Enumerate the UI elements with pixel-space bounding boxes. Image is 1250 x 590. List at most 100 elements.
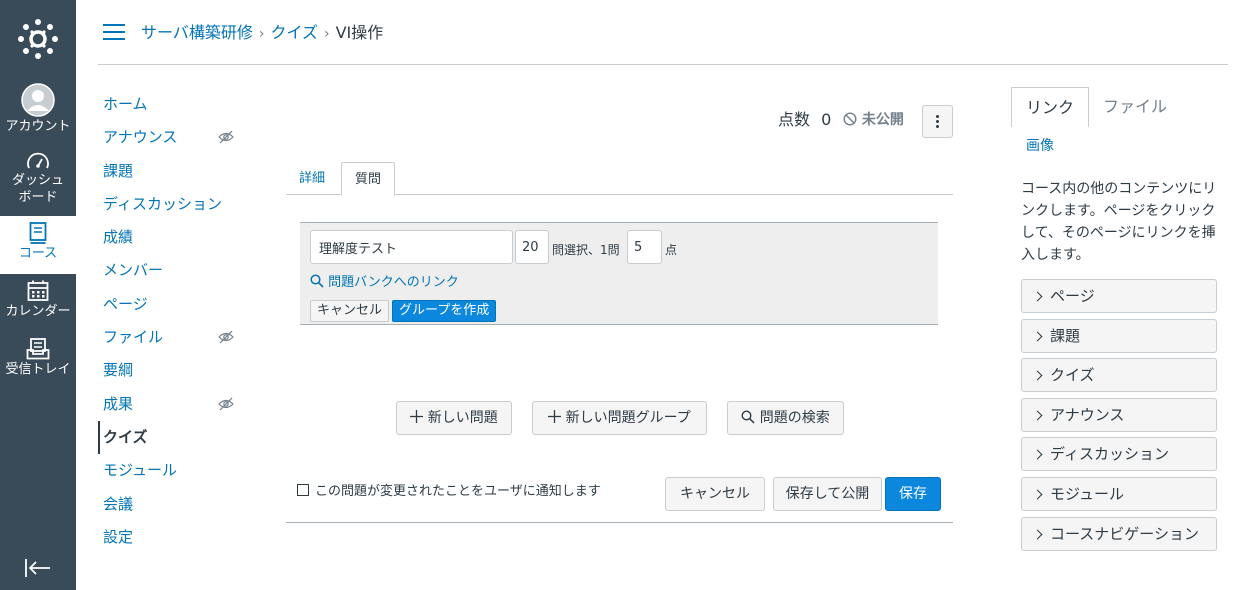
- accordion-announcements[interactable]: アナウンス: [1021, 398, 1217, 432]
- chevron-right-icon: [1032, 449, 1043, 460]
- breadcrumb: サーバ構築研修 › クイズ › VI操作: [141, 22, 383, 45]
- course-nav-syllabus[interactable]: 要綱: [98, 354, 248, 387]
- course-nav-quizzes[interactable]: クイズ: [98, 420, 248, 455]
- course-nav-outcomes[interactable]: 成果: [98, 388, 248, 421]
- course-nav-label: ファイル: [103, 328, 164, 347]
- courses-icon: [29, 222, 47, 244]
- hidden-eye-icon: [218, 330, 234, 344]
- course-nav-grades[interactable]: 成績: [98, 221, 248, 254]
- breadcrumb-separator-icon: ›: [323, 26, 330, 42]
- nav-account[interactable]: アカウント: [0, 83, 76, 135]
- points-per-question-input[interactable]: [627, 230, 662, 264]
- new-question-label: 新しい問題: [427, 410, 498, 426]
- quiz-points: 点数 0: [778, 109, 831, 131]
- course-nav-discussions[interactable]: ディスカッション: [98, 188, 248, 221]
- page-header: サーバ構築研修 › クイズ › VI操作: [98, 0, 1228, 65]
- pick-count-label: 問選択、1問: [552, 243, 620, 257]
- plus-icon: [410, 410, 424, 423]
- new-question-group-button[interactable]: 新しい問題グループ: [532, 401, 707, 435]
- canvas-logo-icon[interactable]: [17, 18, 59, 60]
- accordion-label: モジュール: [1050, 485, 1124, 503]
- new-question-button[interactable]: 新しい問題: [396, 401, 512, 435]
- tab-files[interactable]: ファイル: [1089, 87, 1181, 127]
- accordion-modules[interactable]: モジュール: [1021, 477, 1217, 511]
- nav-calendar[interactable]: カレンダー: [0, 280, 76, 320]
- question-group-form: 問選択、1問 点 問題バンクへのリンク キャンセル グループを作成: [300, 222, 938, 325]
- accordion-label: ディスカッション: [1050, 445, 1169, 463]
- accordion-label: コースナビゲーション: [1050, 525, 1199, 543]
- find-questions-button[interactable]: 問題の検索: [727, 401, 844, 435]
- chevron-right-icon: [1032, 370, 1043, 381]
- notify-users-label: この問題が変更されたことをユーザに通知します: [315, 484, 601, 499]
- course-nav-people[interactable]: メンバー: [98, 254, 248, 287]
- course-nav-pages[interactable]: ページ: [98, 288, 248, 321]
- points-unit-label: 点: [665, 243, 678, 257]
- kebab-dot: [936, 120, 939, 123]
- global-nav: アカウント ダッシュ ボード コース カレンダー 受信トレイ: [0, 0, 76, 590]
- unpublished-icon: [843, 112, 857, 126]
- nav-inbox-label: 受信トレイ: [5, 362, 71, 377]
- points-label: 点数: [778, 110, 811, 129]
- notify-users-option[interactable]: この問題が変更されたことをユーザに通知します: [297, 483, 601, 501]
- course-nav-assignments[interactable]: 課題: [98, 155, 248, 188]
- find-questions-label: 問題の検索: [759, 410, 830, 426]
- save-button[interactable]: 保存: [885, 477, 941, 511]
- nav-account-label: アカウント: [5, 119, 71, 134]
- nav-dashboard[interactable]: ダッシュ ボード: [0, 151, 76, 206]
- search-icon: [310, 274, 324, 288]
- accordion-quizzes[interactable]: クイズ: [1021, 358, 1217, 392]
- question-bank-link-label: 問題バンクへのリンク: [328, 275, 459, 290]
- accordion-course-navigation[interactable]: コースナビゲーション: [1021, 517, 1217, 551]
- tab-details[interactable]: 詳細: [286, 162, 338, 195]
- course-nav-home[interactable]: ホーム: [98, 88, 248, 121]
- group-cancel-button[interactable]: キャンセル: [310, 300, 390, 322]
- more-options-button[interactable]: [922, 105, 953, 138]
- hidden-eye-icon: [218, 130, 234, 144]
- publish-status: 未公開: [843, 111, 904, 129]
- publish-status-label: 未公開: [861, 112, 904, 128]
- breadcrumb-course-link[interactable]: サーバ構築研修: [141, 23, 253, 42]
- nav-inbox[interactable]: 受信トレイ: [0, 338, 76, 378]
- tab-links[interactable]: リンク: [1011, 87, 1090, 127]
- chevron-right-icon: [1032, 410, 1043, 421]
- hidden-eye-icon: [218, 397, 234, 411]
- nav-dashboard-label-2: ボード: [18, 190, 58, 205]
- cancel-button[interactable]: キャンセル: [665, 477, 765, 511]
- save-and-publish-button[interactable]: 保存して公開: [773, 477, 882, 511]
- accordion-label: アナウンス: [1050, 406, 1125, 424]
- accordion-label: クイズ: [1050, 366, 1095, 384]
- kebab-dot: [936, 125, 939, 128]
- points-value: 0: [821, 110, 832, 129]
- nav-calendar-label: カレンダー: [5, 304, 71, 319]
- search-icon: [741, 410, 755, 424]
- new-question-group-label: 新しい問題グループ: [565, 410, 691, 426]
- tab-questions[interactable]: 質問: [341, 162, 396, 196]
- course-nav-conferences[interactable]: 会議: [98, 488, 248, 521]
- group-name-input[interactable]: [310, 230, 513, 264]
- accordion-assignments[interactable]: 課題: [1021, 319, 1217, 353]
- breadcrumb-quizzes-link[interactable]: クイズ: [270, 23, 318, 42]
- notify-users-checkbox[interactable]: [297, 484, 309, 496]
- collapse-nav-icon[interactable]: [24, 556, 52, 580]
- avatar-icon: [21, 83, 55, 117]
- hamburger-menu-icon[interactable]: [103, 24, 125, 40]
- course-nav-announcements[interactable]: アナウンス: [98, 121, 248, 154]
- course-nav-modules[interactable]: モジュール: [98, 454, 248, 487]
- accordion-pages[interactable]: ページ: [1021, 279, 1217, 313]
- nav-courses[interactable]: コース: [0, 216, 76, 274]
- plus-icon: [548, 410, 562, 423]
- pick-count-input[interactable]: [515, 230, 549, 264]
- course-nav: ホーム アナウンス 課題 ディスカッション 成績 メンバー ページ ファイル 要…: [98, 88, 248, 554]
- inbox-icon: [26, 338, 50, 360]
- course-nav-settings[interactable]: 設定: [98, 521, 248, 554]
- chevron-right-icon: [1032, 529, 1043, 540]
- chevron-right-icon: [1032, 331, 1043, 342]
- quiz-tabs: 詳細 質問: [286, 162, 953, 196]
- kebab-dot: [936, 115, 939, 118]
- tab-images[interactable]: 画像: [1026, 136, 1054, 156]
- accordion-discussions[interactable]: ディスカッション: [1021, 437, 1217, 471]
- course-nav-files[interactable]: ファイル: [98, 321, 248, 354]
- create-group-button[interactable]: グループを作成: [392, 300, 497, 322]
- footer-divider: [286, 522, 953, 523]
- question-bank-link[interactable]: 問題バンクへのリンク: [310, 274, 459, 292]
